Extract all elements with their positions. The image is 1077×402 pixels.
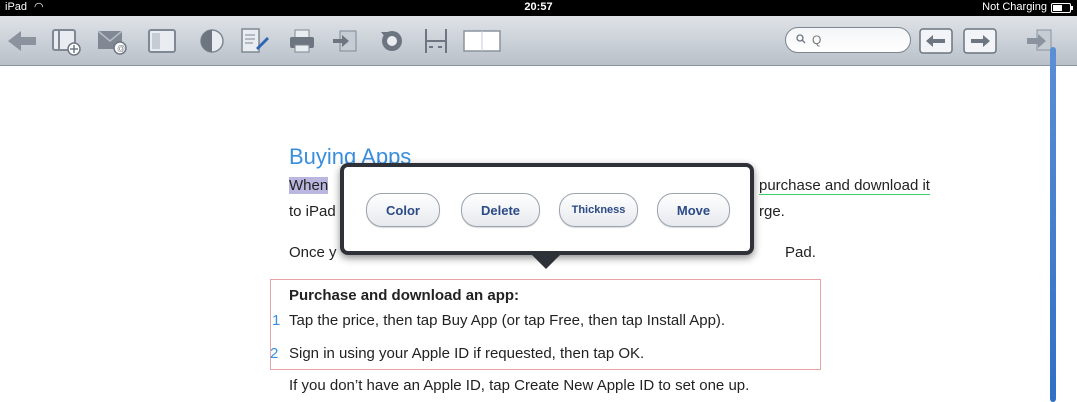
charge-status: Not Charging [982,1,1047,13]
steps-heading: Purchase and download an app: [289,287,520,304]
search-input[interactable] [812,32,904,48]
print-icon[interactable] [286,26,318,56]
scrollbar[interactable] [1050,47,1056,402]
book-icon[interactable] [146,26,178,56]
export-icon[interactable] [330,26,362,56]
toolbar: @ [0,16,1077,66]
annotation-popover: Color Delete Thickness Move [340,163,754,255]
step-text: Tap the price, then tap Buy App (or tap … [289,312,726,329]
footer-paragraph: If you don’t have an Apple ID, tap Creat… [289,377,750,394]
single-page-icon[interactable] [462,26,502,56]
status-bar: iPad ◠ 20:57 Not Charging [0,0,1077,16]
search-icon [796,34,806,44]
svg-text:@: @ [117,44,125,53]
paragraph-2-start: to iPad [289,203,336,220]
thickness-button[interactable]: Thickness [559,193,638,227]
back-arrow-icon[interactable] [6,26,38,56]
underlined-text[interactable]: purchase and download it [759,177,930,195]
annotate-icon[interactable] [238,26,270,56]
color-button[interactable]: Color [366,193,440,227]
paragraph-1-end: purchase and download it [759,177,930,195]
step-text: Sign in using your Apple ID if requested… [289,345,645,362]
next-page-icon[interactable] [962,26,998,56]
popover-arrow [531,254,561,269]
step-number: 2 [270,345,279,362]
previous-page-icon[interactable] [918,26,954,56]
paragraph-2-end: rge. [759,203,785,220]
status-time: 20:57 [524,1,553,13]
paragraph-3-start: Once y [289,244,337,261]
rotate-icon[interactable] [376,26,408,56]
paragraph-3-end: Pad. [785,244,816,261]
popover-body: Color Delete Thickness Move [344,167,750,251]
step-number: 1 [272,312,281,329]
search-field[interactable] [785,27,911,53]
delete-button[interactable]: Delete [461,193,540,227]
add-bookmark-icon[interactable] [50,26,82,56]
paragraph-1-start: When [289,177,329,194]
battery-icon [1051,3,1073,13]
email-icon[interactable]: @ [96,26,128,56]
highlighted-text[interactable]: When [289,177,329,194]
move-button[interactable]: Move [657,193,730,227]
contrast-icon[interactable] [196,26,228,56]
split-view-icon[interactable] [420,26,452,56]
